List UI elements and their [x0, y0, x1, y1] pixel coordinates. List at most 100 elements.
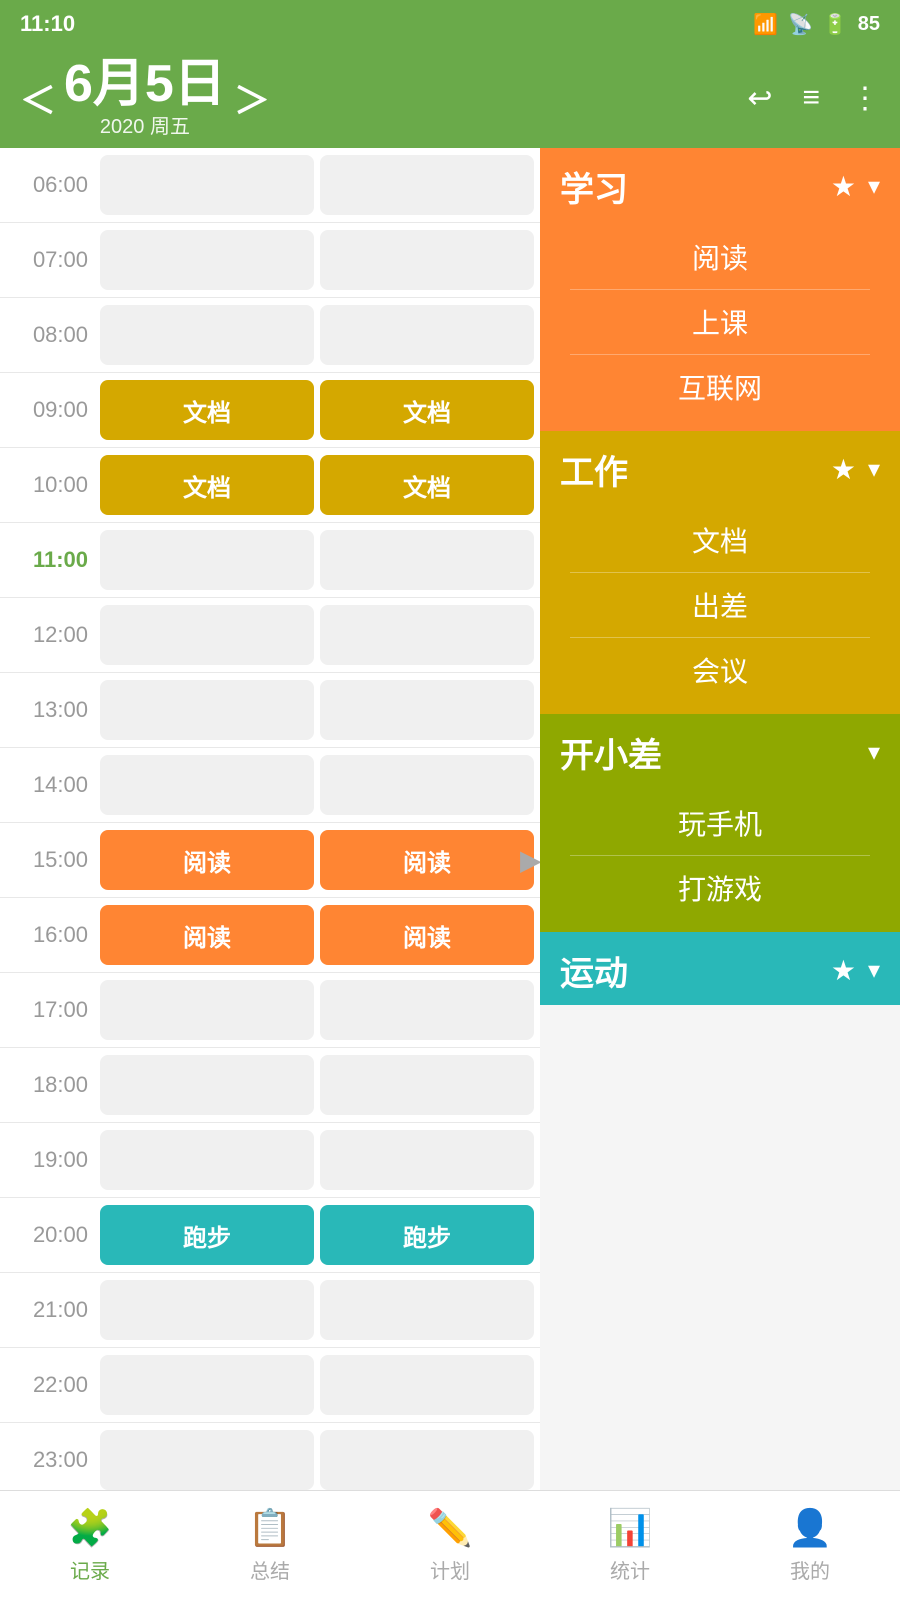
time-slot[interactable]: 文档: [320, 455, 534, 515]
star-icon[interactable]: ★: [831, 170, 856, 203]
time-slot[interactable]: 文档: [100, 380, 314, 440]
time-label: 07:00: [0, 247, 100, 273]
time-row: 06:00: [0, 148, 540, 223]
category-item-divider: [570, 637, 870, 638]
time-slot: [320, 530, 534, 590]
time-slot: [320, 1130, 534, 1190]
time-slots: 跑步跑步: [100, 1199, 540, 1271]
time-slots: [100, 1349, 540, 1421]
time-slots: [100, 224, 540, 296]
chevron-down-icon[interactable]: ▾: [868, 956, 880, 985]
time-slot: [100, 530, 314, 590]
next-date-button[interactable]: ＞: [234, 72, 270, 124]
category-header-icons-work: ★▾: [831, 453, 880, 486]
time-slot[interactable]: 阅读: [100, 830, 314, 890]
time-slots: [100, 674, 540, 746]
category-items-slack: 玩手机打游戏: [540, 787, 900, 932]
time-slot: [100, 680, 314, 740]
time-slot: [320, 605, 534, 665]
summary-icon: 📋: [248, 1507, 293, 1549]
chevron-down-icon[interactable]: ▾: [868, 172, 880, 201]
category-header-study: 学习★▾: [540, 148, 900, 221]
mine-label: 我的: [790, 1555, 830, 1584]
nav-summary[interactable]: 📋 总结: [248, 1507, 293, 1584]
time-slot: [100, 1430, 314, 1490]
forward-arrow-icon[interactable]: ▶▶: [520, 844, 540, 877]
time-slot[interactable]: 阅读: [100, 905, 314, 965]
nav-plan[interactable]: ✏️ 计划: [428, 1507, 473, 1584]
category-item-work-2[interactable]: 会议: [560, 642, 880, 698]
time-slot: [320, 1280, 534, 1340]
time-label: 15:00: [0, 847, 100, 873]
battery-icon: 🔋: [823, 12, 848, 37]
status-icons: 📶 📡 🔋 85: [753, 12, 880, 37]
nav-stats[interactable]: 📊 统计: [608, 1507, 653, 1584]
header-date-display: 6月5日 2020 周五: [64, 58, 226, 139]
category-header-slack: 开小差 ▾: [540, 714, 900, 787]
category-inner-study: 学习★▾阅读上课互联网: [540, 148, 900, 431]
year-weekday: 2020 周五: [100, 110, 190, 139]
header: ＜ 6月5日 2020 周五 ＞ ↩ ≡ ⋮: [0, 48, 900, 148]
category-title-slack: 开小差: [560, 728, 662, 777]
category-item-study-2[interactable]: 互联网: [560, 359, 880, 415]
chevron-down-icon[interactable]: ▾: [868, 455, 880, 484]
time-row: 17:00: [0, 973, 540, 1048]
time-label: 17:00: [0, 997, 100, 1023]
time-slot: [320, 1430, 534, 1490]
header-actions: ↩ ≡ ⋮: [747, 81, 880, 116]
time-label: 19:00: [0, 1147, 100, 1173]
main-date: 6月5日: [64, 58, 226, 110]
category-item-study-1[interactable]: 上课: [560, 294, 880, 350]
time-slot: [320, 1355, 534, 1415]
time-slot[interactable]: 跑步: [320, 1205, 534, 1265]
main-area: 06:0007:0008:0009:00文档文档10:00文档文档11:0012…: [0, 148, 900, 1508]
chevron-down-icon[interactable]: ▾: [868, 738, 880, 767]
category-inner-work: 工作★▾文档出差会议: [540, 431, 900, 714]
time-label: 18:00: [0, 1072, 100, 1098]
record-icon: 🧩: [68, 1507, 113, 1549]
time-label: 14:00: [0, 772, 100, 798]
menu-icon[interactable]: ≡: [802, 81, 820, 115]
time-slot[interactable]: 文档: [320, 380, 534, 440]
category-item-study-0[interactable]: 阅读: [560, 229, 880, 285]
time-slot[interactable]: 阅读: [320, 905, 534, 965]
prev-date-button[interactable]: ＜: [20, 72, 56, 124]
stats-icon: 📊: [608, 1507, 653, 1549]
time-row: 09:00文档文档: [0, 373, 540, 448]
undo-icon[interactable]: ↩: [747, 81, 772, 116]
time-slot: [100, 230, 314, 290]
time-slot: [100, 155, 314, 215]
category-header-exercise: 运动★▾: [540, 932, 900, 1005]
time-slot: [320, 755, 534, 815]
category-item-slack-1[interactable]: 打游戏: [560, 860, 880, 916]
time-slot[interactable]: 阅读: [320, 830, 534, 890]
more-icon[interactable]: ⋮: [850, 81, 880, 116]
time-row: 16:00阅读阅读: [0, 898, 540, 973]
signal-icon: 📡: [788, 12, 813, 37]
time-slot: [100, 305, 314, 365]
time-row: 14:00: [0, 748, 540, 823]
category-inner-slack: 开小差 ▾ 玩手机打游戏: [540, 714, 900, 932]
star-icon[interactable]: ★: [831, 954, 856, 987]
time-row: 20:00跑步跑步: [0, 1198, 540, 1273]
time-label: 13:00: [0, 697, 100, 723]
nav-record[interactable]: 🧩 记录: [68, 1507, 113, 1584]
time-slot: [100, 1055, 314, 1115]
category-item-slack-0[interactable]: 玩手机: [560, 795, 880, 851]
time-label: 08:00: [0, 322, 100, 348]
time-slots: [100, 1424, 540, 1496]
time-slot: [100, 755, 314, 815]
time-slot[interactable]: 跑步: [100, 1205, 314, 1265]
time-row: 19:00: [0, 1123, 540, 1198]
category-item-work-0[interactable]: 文档: [560, 512, 880, 568]
nav-mine[interactable]: 👤 我的: [788, 1507, 833, 1584]
time-slots: 阅读阅读: [100, 899, 540, 971]
time-slot: [100, 1280, 314, 1340]
stats-label: 统计: [610, 1555, 650, 1584]
time-slot[interactable]: 文档: [100, 455, 314, 515]
category-item-work-1[interactable]: 出差: [560, 577, 880, 633]
star-icon[interactable]: ★: [831, 453, 856, 486]
time-slots: 阅读阅读: [100, 824, 540, 896]
wifi-icon: 📶: [753, 12, 778, 37]
time-slots: [100, 974, 540, 1046]
